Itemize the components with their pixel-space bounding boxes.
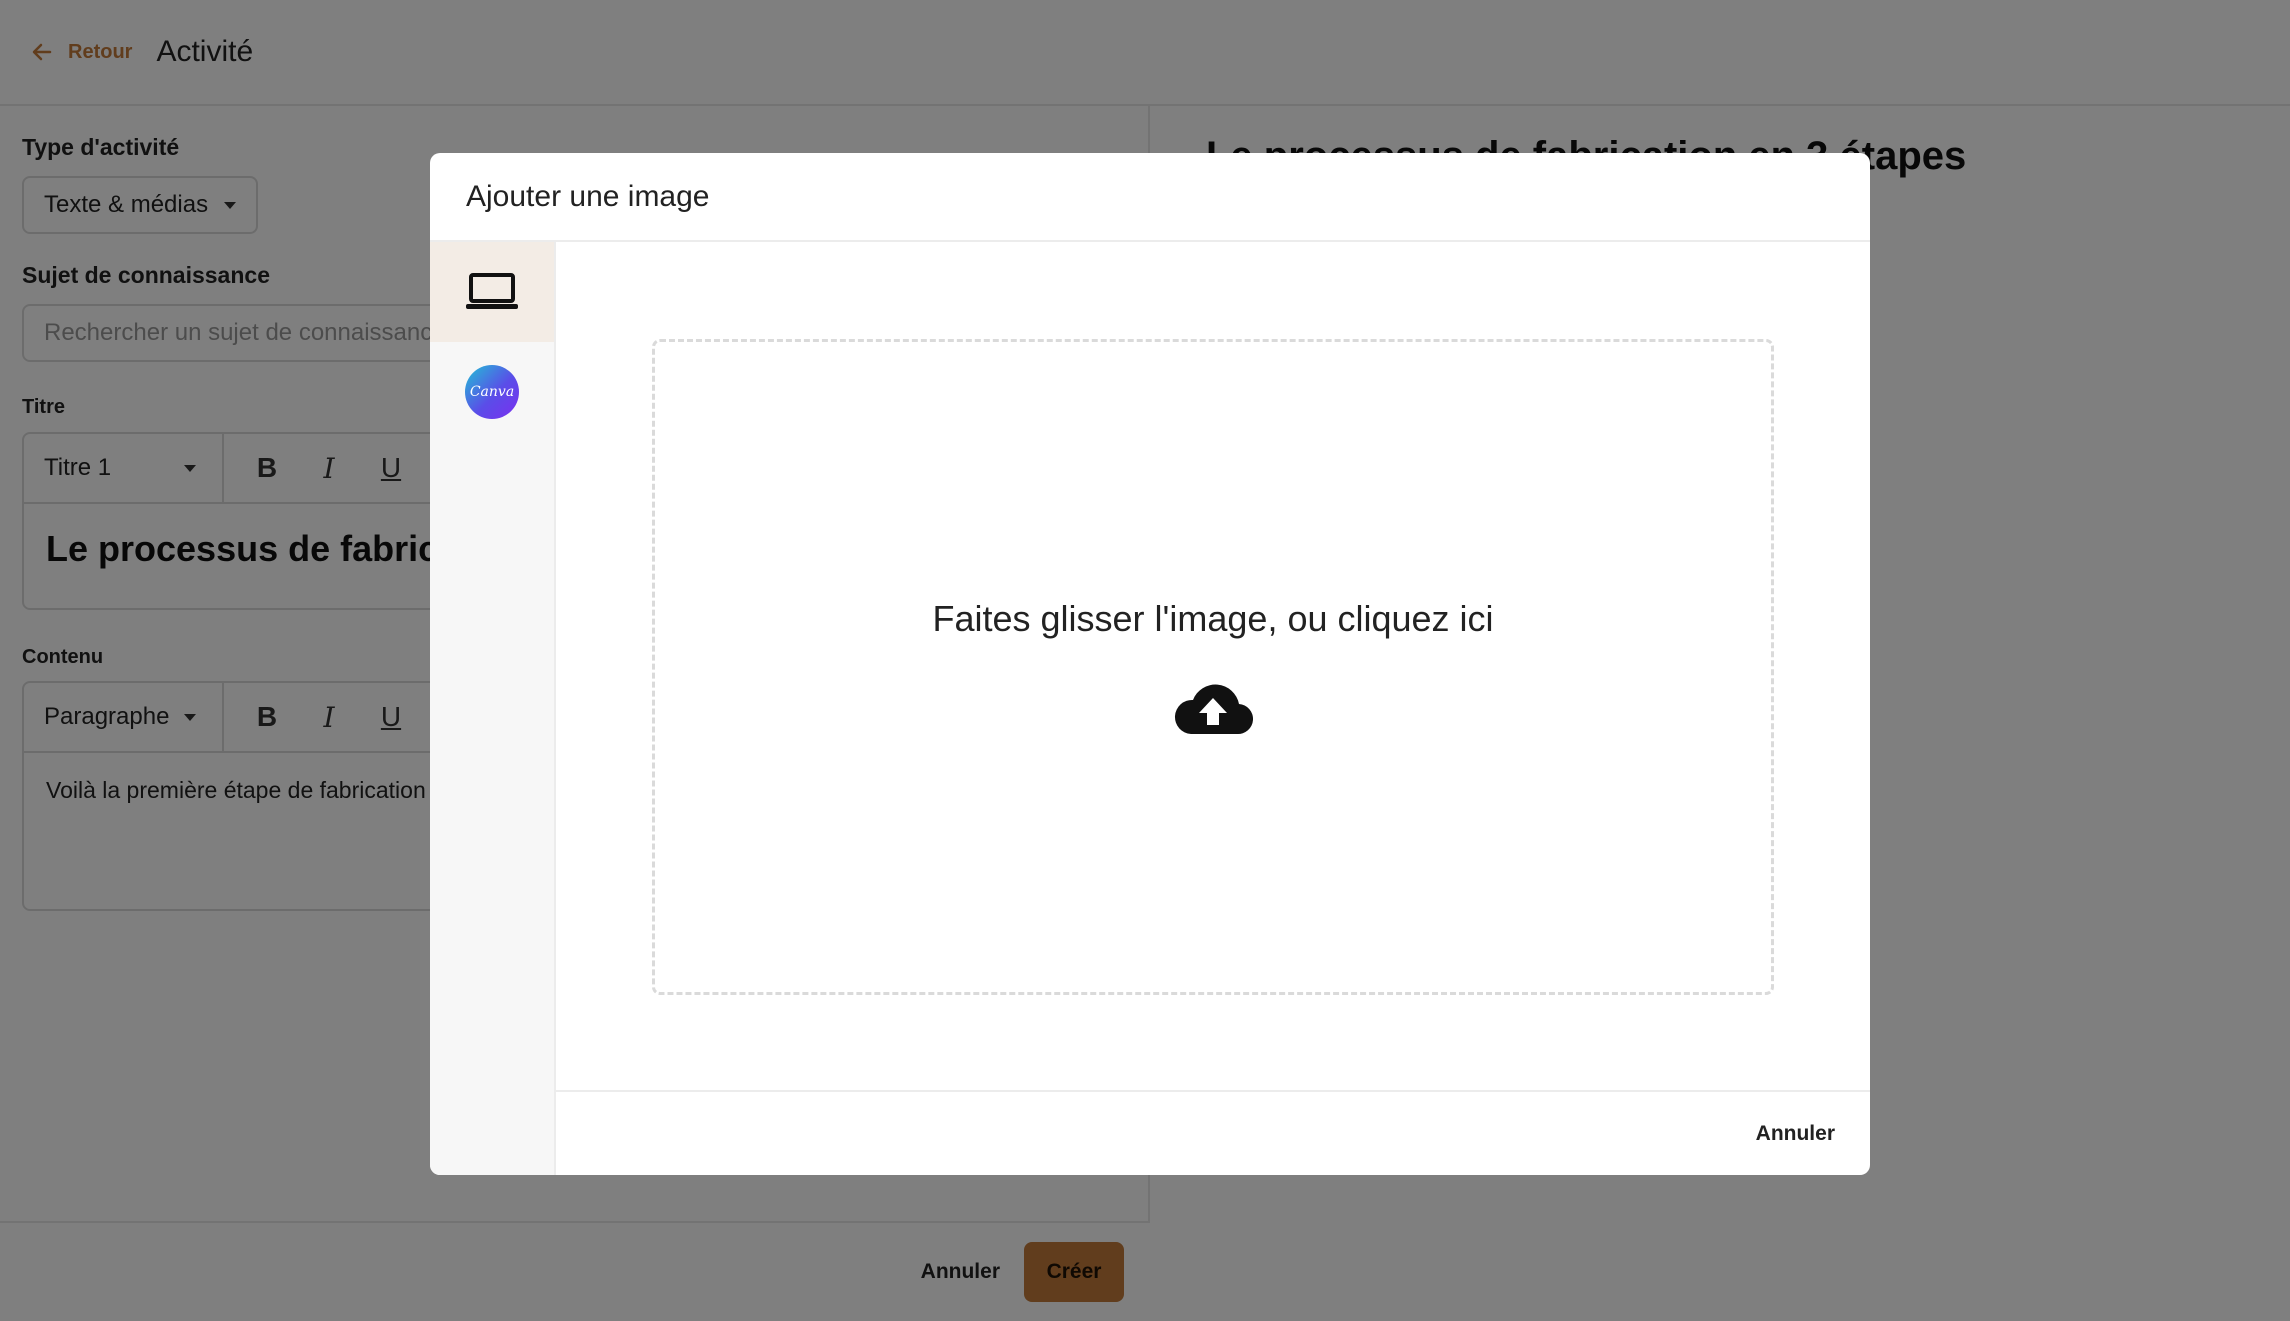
canva-icon: Canva [465,365,519,419]
source-computer[interactable] [430,242,554,342]
canva-logo-text: Canva [469,384,515,400]
image-source-sidebar: Canva [430,242,556,1175]
cloud-upload-icon [1175,684,1253,735]
dropzone-text: Faites glisser l'image, ou cliquez ici [932,598,1494,639]
modal-footer: Annuler [556,1090,1870,1175]
upload-area: Faites glisser l'image, ou cliquez ici A… [556,242,1870,1175]
laptop-icon [466,273,518,309]
modal-cancel-button[interactable]: Annuler [1756,1112,1835,1156]
modal-title: Ajouter une image [430,153,1870,242]
source-canva[interactable]: Canva [430,342,554,442]
image-dropzone[interactable]: Faites glisser l'image, ou cliquez ici [652,339,1774,995]
add-image-modal: Ajouter une image Canva Faites glisser l… [430,153,1870,1175]
